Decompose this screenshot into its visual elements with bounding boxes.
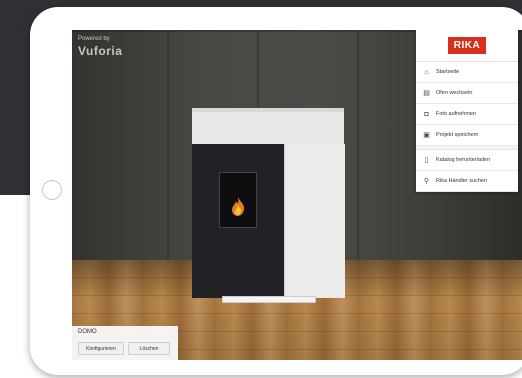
camera-icon: ◘: [424, 110, 429, 118]
wall-panel-seam: [357, 30, 359, 280]
rika-logo: RIKA: [447, 37, 487, 54]
menu-item-label: Katalog herunterladen: [436, 157, 491, 163]
save-icon: ▣: [423, 132, 430, 139]
menu-item-download-catalog[interactable]: ▯ Katalog herunterladen: [416, 150, 518, 171]
stove-fire-window: [219, 172, 257, 228]
watermark-caption: Powered by: [78, 36, 110, 42]
model-name: DOMO: [78, 329, 97, 335]
menu-item-label: Rika Händler suchen: [436, 178, 488, 184]
stove-side-panel: [284, 144, 345, 298]
menu-item-take-photo[interactable]: ◘ Foto aufnehmen: [416, 104, 518, 125]
flame-icon: [232, 197, 245, 216]
menu-item-change-stove[interactable]: ▤ Ofen wechseln: [416, 83, 518, 104]
menu-item-save-project[interactable]: ▣ Projekt speichern: [416, 125, 518, 146]
vuforia-watermark: Powered by Vuforia: [78, 36, 122, 60]
logo-area: RIKA: [416, 30, 518, 62]
menu-item-find-dealer[interactable]: ⚲ Rika Händler suchen: [416, 171, 518, 192]
watermark-brand: Vuforia: [78, 44, 123, 58]
wall-panel-seam: [167, 30, 169, 280]
menu-item-label: Foto aufnehmen: [436, 111, 477, 117]
menu-item-home[interactable]: ⌂ Startseite: [416, 62, 518, 83]
stove-top-panel: [192, 108, 344, 145]
model-panel: DOMO Konfigurieren Löschen: [72, 326, 178, 360]
tablet-home-button[interactable]: [42, 180, 62, 200]
menu-item-label: Projekt speichern: [436, 132, 479, 138]
menu-item-label: Ofen wechseln: [436, 90, 473, 96]
menu-item-label: Startseite: [436, 69, 460, 75]
stove-base-plate: [222, 296, 316, 303]
stove-front-panel: [192, 144, 284, 298]
home-icon: ⌂: [424, 68, 429, 76]
catalog-icon: ▯: [424, 157, 429, 164]
ar-screen[interactable]: Powered by Vuforia RIKA ⌂ Startseite ▤ O…: [72, 30, 522, 360]
side-menu: RIKA ⌂ Startseite ▤ Ofen wechseln ◘ Foto…: [416, 30, 518, 192]
location-pin-icon: ⚲: [423, 178, 430, 185]
configure-button[interactable]: Konfigurieren: [78, 342, 124, 355]
stove-icon: ▤: [423, 90, 430, 97]
delete-button[interactable]: Löschen: [128, 342, 170, 355]
stove-model[interactable]: [192, 108, 345, 298]
